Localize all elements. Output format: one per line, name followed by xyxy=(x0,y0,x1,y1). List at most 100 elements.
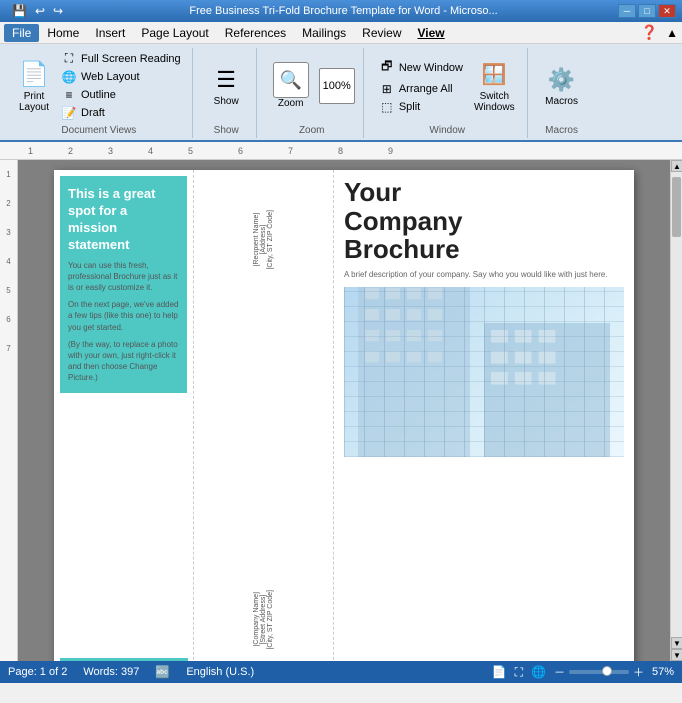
tab-references[interactable]: References xyxy=(217,24,294,42)
recipient-address-line: [Address] xyxy=(260,210,267,270)
full-screen-button[interactable]: ⛶ Full Screen Reading xyxy=(58,50,184,67)
brochure-right-panel: Your Company Brochure A brief descriptio… xyxy=(334,170,634,661)
web-layout-label: Web Layout xyxy=(81,71,140,83)
group-window: 🗗 New Window ⊞ Arrange All ⬚ Split 🪟 Swi… xyxy=(368,48,528,138)
recipient-city: [City, ST ZIP Code] xyxy=(267,210,274,270)
company-title[interactable]: Your Company Brochure xyxy=(344,178,624,264)
scroll-down2-button[interactable]: ▼ xyxy=(671,649,682,661)
close-button[interactable]: ✕ xyxy=(658,4,676,18)
group-show: ☰ Show Show xyxy=(197,48,257,138)
document-page: This is a great spot for a mission state… xyxy=(54,170,634,661)
zoom-icon: 🔍 xyxy=(273,62,309,98)
window-buttons: 🗗 New Window ⊞ Arrange All ⬚ Split xyxy=(376,56,466,115)
spell-check-icon[interactable]: 🔤 xyxy=(155,665,170,679)
tab-mailings[interactable]: Mailings xyxy=(294,24,354,42)
group-document-views: 📄 PrintLayout ⛶ Full Screen Reading 🌐 We… xyxy=(6,48,193,138)
split-label: Split xyxy=(399,101,420,113)
scroll-track[interactable] xyxy=(671,172,682,637)
tab-insert[interactable]: Insert xyxy=(87,24,133,42)
full-screen-label: Full Screen Reading xyxy=(81,53,181,65)
view-layout-btn[interactable]: 📄 xyxy=(492,665,507,679)
draft-icon: 📝 xyxy=(61,106,77,120)
redo-icon[interactable]: ↪ xyxy=(51,3,65,19)
new-window-button[interactable]: 🗗 New Window xyxy=(376,56,466,79)
switch-windows-button[interactable]: 🪟 SwitchWindows xyxy=(470,57,519,115)
company-name: [Company Name] xyxy=(253,590,260,650)
tab-page-layout[interactable]: Page Layout xyxy=(133,24,216,42)
company-city: [City, ST ZIP Code] xyxy=(267,590,274,650)
building-photo xyxy=(344,287,624,457)
view-web-btn[interactable]: 🌐 xyxy=(531,665,546,679)
switch-windows-icon: 🪟 xyxy=(478,59,510,91)
company-address[interactable]: [Company Name] [Street Address] [City, S… xyxy=(253,590,274,650)
view-mode-buttons: ⛶ Full Screen Reading 🌐 Web Layout ≡ Out… xyxy=(58,50,184,121)
tab-view[interactable]: View xyxy=(410,24,453,42)
print-layout-label: PrintLayout xyxy=(19,91,49,113)
outline-icon: ≡ xyxy=(61,88,77,102)
page-indicator: Page: 1 of 2 xyxy=(8,666,67,678)
help-icon[interactable]: ❓ xyxy=(641,24,658,41)
mission-body3[interactable]: (By the way, to replace a photo with you… xyxy=(68,339,179,384)
tab-file[interactable]: File xyxy=(4,24,39,42)
word-count: Words: 397 xyxy=(83,666,139,678)
window-title: Free Business Tri-Fold Brochure Template… xyxy=(69,5,618,17)
tab-review[interactable]: Review xyxy=(354,24,409,42)
group-macros: ⚙️ Macros Macros xyxy=(532,48,592,138)
maximize-button[interactable]: □ xyxy=(638,4,656,18)
arrange-all-button[interactable]: ⊞ Arrange All xyxy=(376,81,466,97)
zoom-percent-display[interactable]: 57% xyxy=(652,666,674,678)
scroll-up-button[interactable]: ▲ xyxy=(671,160,682,172)
web-layout-icon: 🌐 xyxy=(61,70,77,84)
show-group-label: Show xyxy=(214,123,239,136)
mission-body2[interactable]: On the next page, we've added a few tips… xyxy=(68,299,179,333)
zoom-track[interactable] xyxy=(569,670,629,674)
scroll-thumb[interactable] xyxy=(672,177,681,237)
zoom-in-btn[interactable]: ＋ xyxy=(633,664,644,680)
minimize-button[interactable]: ─ xyxy=(618,4,636,18)
recipient-address[interactable]: [Recipient Name] [Address] [City, ST ZIP… xyxy=(253,210,274,270)
document-views-items: 📄 PrintLayout ⛶ Full Screen Reading 🌐 We… xyxy=(14,50,184,121)
view-full-btn[interactable]: ⛶ xyxy=(515,665,523,680)
zoom-items: 🔍 Zoom 100% xyxy=(269,50,355,121)
group-zoom: 🔍 Zoom 100% Zoom xyxy=(261,48,364,138)
switch-windows-label: SwitchWindows xyxy=(474,91,515,113)
split-icon: ⬚ xyxy=(379,100,395,114)
tab-home[interactable]: Home xyxy=(39,24,87,42)
ribbon: 📄 PrintLayout ⛶ Full Screen Reading 🌐 We… xyxy=(0,44,682,142)
vertical-ruler: 1 2 3 4 5 6 7 xyxy=(0,160,18,661)
scroll-down-button[interactable]: ▼ xyxy=(671,637,682,649)
zoom-out-btn[interactable]: － xyxy=(554,664,565,680)
print-layout-icon: 📄 xyxy=(18,59,50,91)
brochure-left-panel: This is a great spot for a mission state… xyxy=(54,170,194,661)
save-icon[interactable]: 💾 xyxy=(10,3,29,19)
document-scroll-area: This is a great spot for a mission state… xyxy=(18,160,670,661)
company-street: [Street Address] xyxy=(260,590,267,650)
outline-button[interactable]: ≡ Outline xyxy=(58,87,184,103)
vertical-scrollbar[interactable]: ▲ ▼ ▼ xyxy=(670,160,682,661)
recipient-name: [Recipient Name] xyxy=(253,210,260,270)
draft-button[interactable]: 📝 Draft xyxy=(58,105,184,121)
brochure-mid-panel: [Recipient Name] [Address] [City, ST ZIP… xyxy=(194,170,334,661)
full-screen-icon: ⛶ xyxy=(61,51,77,66)
new-window-label: New Window xyxy=(399,62,463,74)
macros-group-label: Macros xyxy=(545,123,578,136)
zoom-group-label: Zoom xyxy=(299,123,325,136)
show-button[interactable]: ☰ Show xyxy=(206,62,246,109)
zoom-button[interactable]: 🔍 Zoom xyxy=(269,60,313,111)
split-button[interactable]: ⬚ Split xyxy=(376,99,466,115)
status-right: 📄 ⛶ 🌐 － ＋ 57% xyxy=(492,664,674,680)
mission-heading: This is a great spot for a mission state… xyxy=(68,186,179,254)
undo-icon[interactable]: ↩ xyxy=(33,3,47,19)
ribbon-content: 📄 PrintLayout ⛶ Full Screen Reading 🌐 We… xyxy=(0,44,682,142)
show-items: ☰ Show xyxy=(206,50,246,121)
macros-button[interactable]: ⚙️ Macros xyxy=(541,62,582,109)
print-layout-button[interactable]: 📄 PrintLayout xyxy=(14,57,54,115)
zoom-thumb[interactable] xyxy=(602,666,612,676)
window-group-label: Window xyxy=(429,123,465,136)
web-layout-button[interactable]: 🌐 Web Layout xyxy=(58,69,184,85)
language[interactable]: English (U.S.) xyxy=(186,666,254,678)
zoom-slider[interactable]: － ＋ xyxy=(554,664,644,680)
minimize-ribbon-icon[interactable]: ▲ xyxy=(666,26,678,40)
mission-body1[interactable]: You can use this fresh, professional Bro… xyxy=(68,260,179,294)
zoom-percent-button[interactable]: 100% xyxy=(319,68,355,104)
